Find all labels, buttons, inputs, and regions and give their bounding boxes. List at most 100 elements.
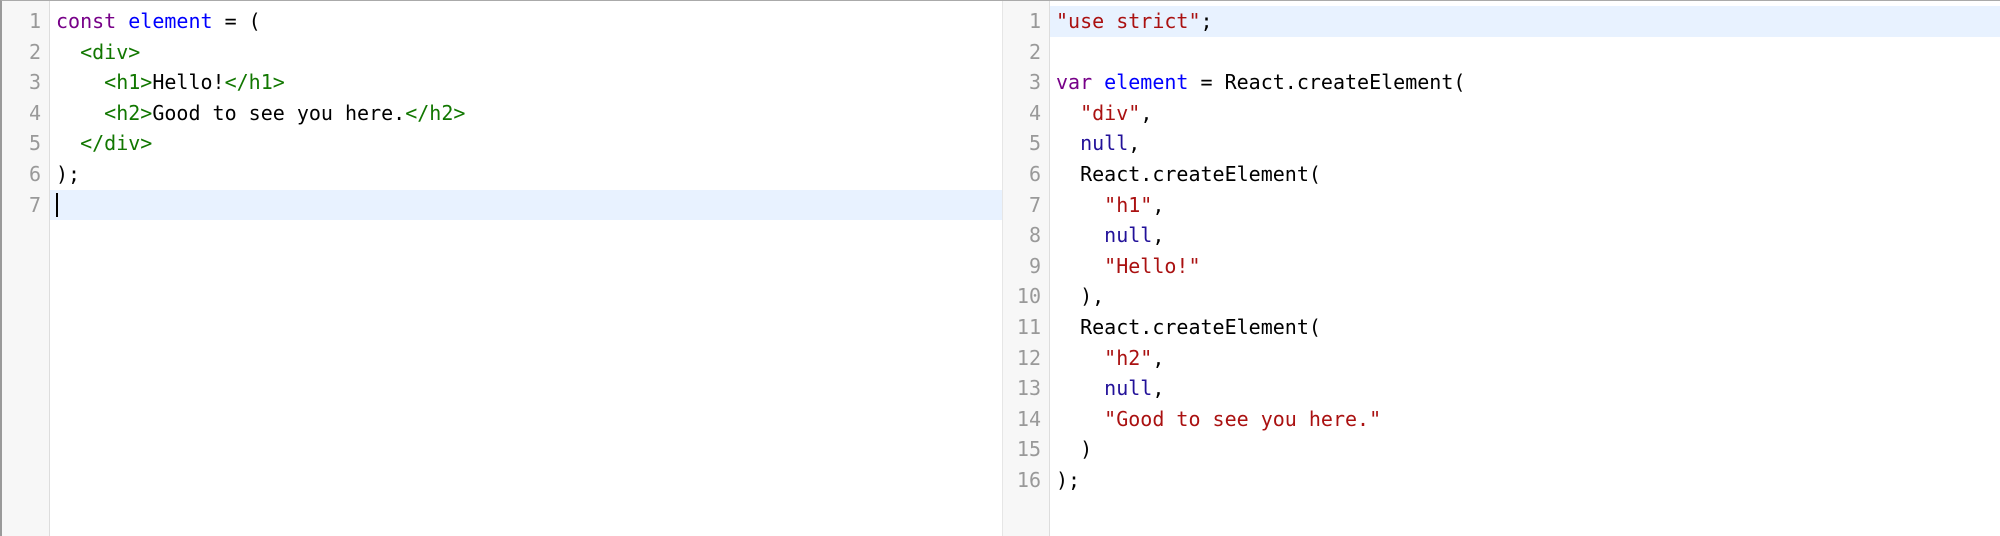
code-token: <h1>: [104, 70, 153, 95]
code-line[interactable]: <h1>Hello!</h1>: [50, 67, 1002, 98]
split-editor: 1234567 const element = ( <div> <h1>Hell…: [0, 0, 2000, 536]
code-token: ,: [1152, 345, 1165, 370]
jsx-source-editor[interactable]: 1 2 3 4 5 6 7 const element = ( <div> <h1>Hell…: [2, 1, 1002, 536]
code-line[interactable]: ): [1050, 434, 2000, 465]
left-line-number-gutter: 1 2 3 4 5 6 7: [2, 1, 50, 536]
line-number: 7: [1028, 192, 1041, 217]
code-line[interactable]: const element = (: [50, 6, 1002, 37]
code-token: ,: [1128, 131, 1141, 156]
code-token: ,: [1152, 192, 1165, 217]
code-token: "Hello!": [1104, 253, 1201, 278]
line-number: 2: [1028, 39, 1041, 64]
line-number: 6: [28, 161, 41, 186]
code-token: element: [1104, 70, 1189, 95]
code-line[interactable]: "Hello!": [1050, 251, 2000, 282]
code-token: "h1": [1104, 192, 1153, 217]
line-number: 6: [1028, 161, 1041, 186]
code-line[interactable]: "Good to see you here.": [1050, 404, 2000, 435]
compiled-output-editor[interactable]: 1 2 3 4 5 6 7 8 9 10 11 12 13 14 15 16 "use strict"; var…: [1002, 1, 2000, 536]
line-number: 5: [28, 131, 41, 156]
line-number: 1: [28, 9, 41, 33]
line-number: 4: [1028, 100, 1041, 125]
code-token: </h2>: [405, 100, 466, 125]
code-token: null: [1104, 223, 1153, 248]
code-token: ),: [1056, 284, 1105, 309]
code-line[interactable]: <h2>Good to see you here.</h2>: [50, 98, 1002, 129]
code-token: React.createElement(: [1056, 161, 1321, 186]
code-line[interactable]: );: [50, 159, 1002, 190]
line-number: 7: [28, 192, 41, 217]
line-number: 8: [1028, 223, 1041, 248]
active-code-line[interactable]: [50, 189, 1002, 221]
line-number: 5: [1028, 131, 1041, 156]
code-line[interactable]: [1050, 37, 2000, 68]
code-token: );: [1056, 467, 1081, 492]
line-number: 4: [28, 100, 41, 125]
code-line[interactable]: null,: [1050, 373, 2000, 404]
right-code-area[interactable]: "use strict"; var element = React.createE…: [1050, 1, 2000, 536]
right-line-number-gutter: 1 2 3 4 5 6 7 8 9 10 11 12 13 14 15 16: [1003, 1, 1050, 536]
code-token: element: [128, 9, 213, 33]
line-number: 14: [1016, 406, 1041, 431]
line-number: 16: [1016, 467, 1041, 492]
code-line[interactable]: ),: [1050, 281, 2000, 312]
code-token: Hello!: [152, 70, 225, 95]
code-token: React.createElement(: [1056, 314, 1321, 339]
code-line[interactable]: null,: [1050, 220, 2000, 251]
code-line[interactable]: "h1",: [1050, 190, 2000, 221]
code-line[interactable]: "h2",: [1050, 343, 2000, 374]
code-token: ,: [1152, 223, 1165, 248]
code-line[interactable]: "div",: [1050, 98, 2000, 129]
line-number: 10: [1016, 284, 1041, 309]
code-token: </h1>: [224, 70, 285, 95]
line-number: 1: [1028, 9, 1041, 33]
left-code-area[interactable]: const element = ( <div> <h1>Hello!</h1> …: [50, 1, 1002, 536]
line-number: 15: [1016, 437, 1041, 462]
line-number: 11: [1016, 314, 1041, 339]
code-token: "use strict": [1056, 9, 1201, 33]
code-line[interactable]: React.createElement(: [1050, 159, 2000, 190]
code-line[interactable]: <div>: [50, 37, 1002, 68]
active-code-line[interactable]: "use strict";: [1050, 6, 2000, 37]
code-line[interactable]: </div>: [50, 128, 1002, 159]
code-token: ;: [1200, 9, 1213, 33]
line-number: 12: [1016, 345, 1041, 370]
code-token: <h2>: [104, 100, 153, 125]
code-token: ,: [1140, 100, 1153, 125]
line-number: 2: [28, 39, 41, 64]
code-line[interactable]: );: [1050, 465, 2000, 496]
code-token: var: [1056, 70, 1093, 95]
code-token: <div>: [80, 39, 141, 64]
code-token: ): [1056, 437, 1093, 462]
code-token: null: [1080, 131, 1129, 156]
line-number: 13: [1016, 376, 1041, 401]
code-token: );: [56, 161, 81, 186]
code-token: null: [1104, 376, 1153, 401]
code-line[interactable]: React.createElement(: [1050, 312, 2000, 343]
code-token: = React.createElement(: [1188, 70, 1466, 95]
code-token: ,: [1152, 376, 1165, 401]
code-token: "div": [1080, 100, 1141, 125]
code-line[interactable]: null,: [1050, 128, 2000, 159]
line-number: 3: [1028, 70, 1041, 95]
code-token: Good to see you here.: [152, 100, 406, 125]
line-number: 3: [28, 70, 41, 95]
code-line[interactable]: var element = React.createElement(: [1050, 67, 2000, 98]
code-token: </div>: [80, 131, 153, 156]
code-token: "Good to see you here.": [1104, 406, 1382, 431]
code-token: "h2": [1104, 345, 1153, 370]
code-token: = (: [212, 9, 261, 33]
